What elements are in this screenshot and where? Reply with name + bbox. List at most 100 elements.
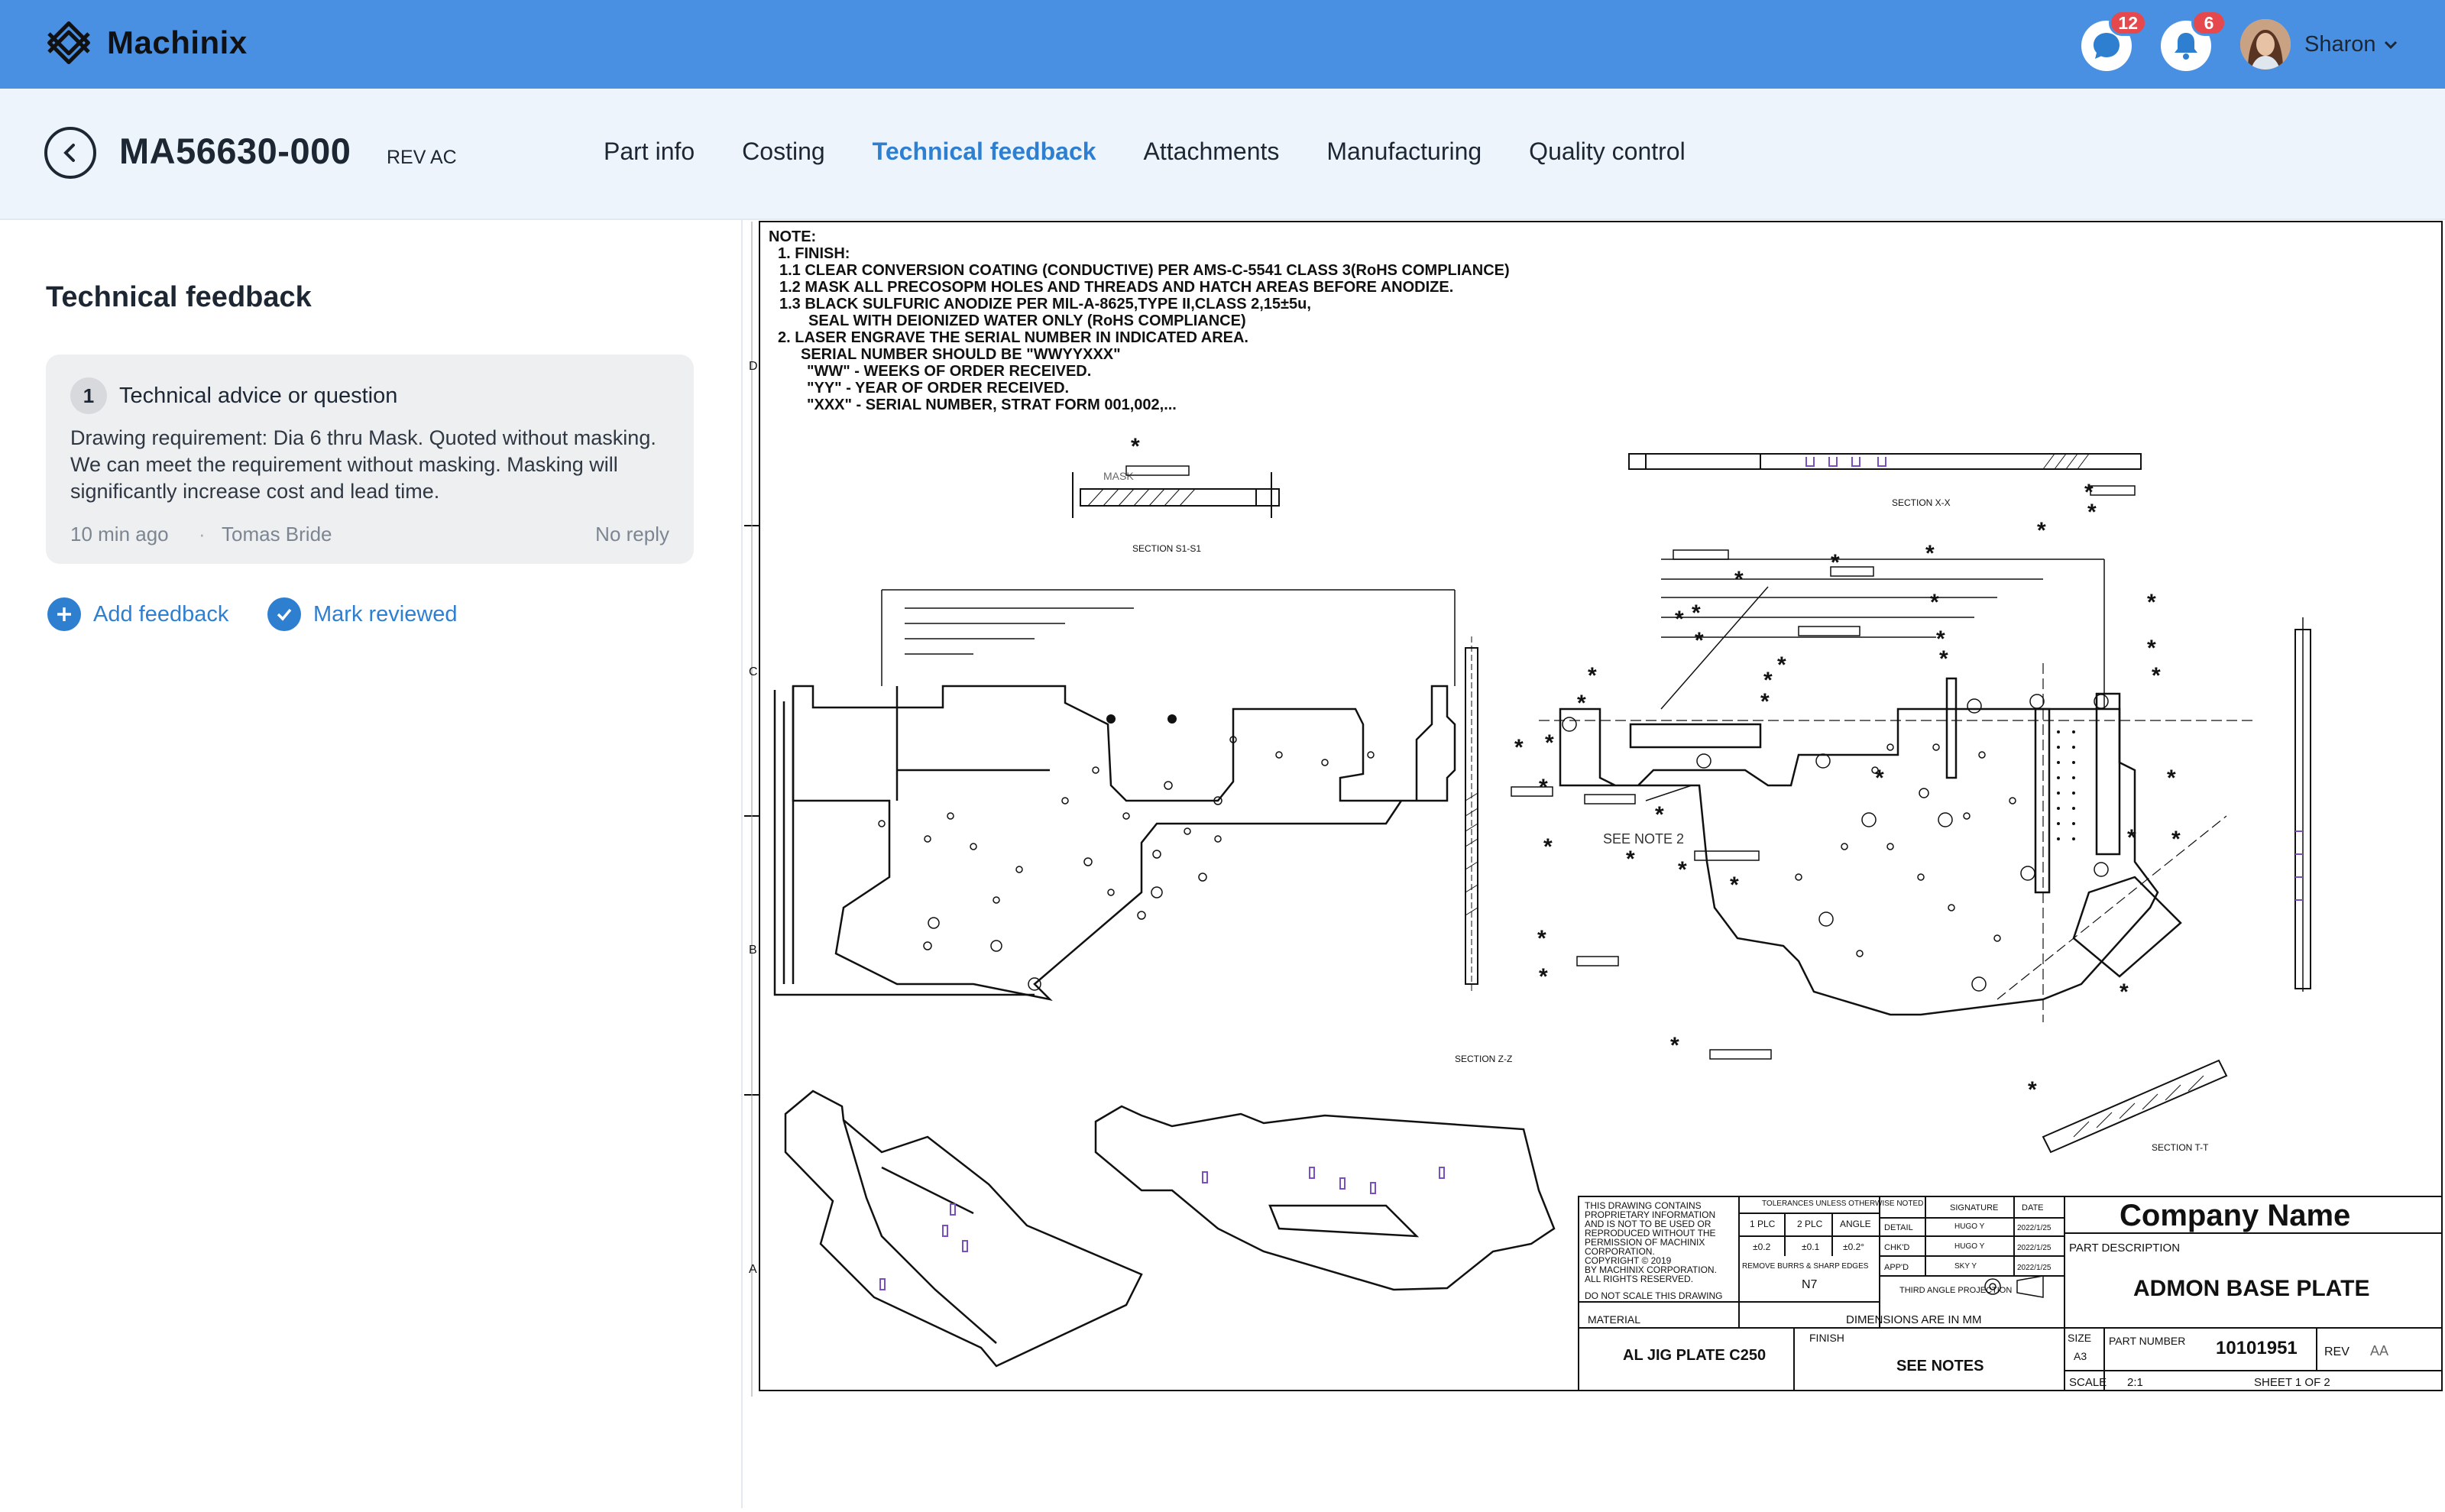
svg-text:1 PLC: 1 PLC bbox=[1750, 1219, 1776, 1229]
plate-holes bbox=[878, 736, 1375, 991]
chevron-down-icon[interactable] bbox=[2382, 37, 2399, 53]
svg-text:AA: AA bbox=[2370, 1343, 2388, 1358]
technical-drawing-viewer[interactable]: D C B A NOTE: 1. FINISH: 1.1 CLEAR CONVE… bbox=[744, 220, 2445, 1508]
section-z-view bbox=[1465, 636, 1478, 992]
user-name[interactable]: Sharon bbox=[2304, 32, 2376, 57]
svg-text:DATE: DATE bbox=[2022, 1203, 2044, 1213]
svg-text:ANGLE: ANGLE bbox=[1840, 1219, 1871, 1229]
surface-finish: N7 bbox=[1802, 1278, 1818, 1291]
add-feedback-button[interactable]: Add feedback bbox=[47, 597, 228, 631]
svg-text:"XXX" - SERIAL NUMBER, STRAT F: "XXX" - SERIAL NUMBER, STRAT FORM 001,00… bbox=[807, 397, 1177, 413]
machinix-logo-icon bbox=[47, 21, 90, 64]
user-photo bbox=[2240, 19, 2291, 70]
svg-text:*: * bbox=[1695, 628, 1704, 653]
svg-text:*: * bbox=[1734, 567, 1744, 592]
tab-costing[interactable]: Costing bbox=[742, 138, 825, 166]
svg-text:*: * bbox=[1675, 607, 1684, 632]
isometric-view-right bbox=[1094, 1105, 1556, 1291]
revision-label: REV AC bbox=[387, 147, 457, 168]
svg-text:2022/1/25: 2022/1/25 bbox=[2017, 1224, 2052, 1232]
svg-text:FINISH: FINISH bbox=[1809, 1332, 1844, 1344]
tolerances-label: TOLERANCES UNLESS OTHERWISE NOTED bbox=[1762, 1200, 1923, 1208]
svg-text:*: * bbox=[1577, 691, 1586, 716]
chevron-left-icon bbox=[63, 144, 75, 162]
svg-text:*: * bbox=[1655, 802, 1664, 827]
company-name: Company Name bbox=[2120, 1199, 2350, 1232]
svg-text:*: * bbox=[2127, 825, 2136, 850]
svg-text:SHEET 1 OF 2: SHEET 1 OF 2 bbox=[2254, 1376, 2330, 1389]
svg-text:1.2 MASK ALL PRECOSOPM HOLES A: 1.2 MASK ALL PRECOSOPM HOLES AND THREADS… bbox=[779, 279, 1453, 296]
app-logo[interactable]: Machinix bbox=[44, 18, 248, 67]
tab-part-info[interactable]: Part info bbox=[604, 138, 695, 166]
svg-text:*: * bbox=[1831, 550, 1840, 575]
drawing-notes: NOTE: 1. FINISH: 1.1 CLEAR CONVERSION CO… bbox=[769, 228, 1510, 413]
tab-quality-control[interactable]: Quality control bbox=[1529, 138, 1686, 166]
part-header: MA56630-000 REV AC Part info Costing Tec… bbox=[0, 89, 2445, 220]
svg-text:*: * bbox=[2147, 590, 2156, 615]
back-button[interactable] bbox=[44, 127, 96, 179]
svg-text:SERIAL NUMBER SHOULD BE "WWYYX: SERIAL NUMBER SHOULD BE "WWYYXXX" bbox=[801, 346, 1121, 363]
separator-dot: · bbox=[199, 523, 206, 546]
svg-text:ALL RIGHTS RESERVED.: ALL RIGHTS RESERVED. bbox=[1585, 1274, 1693, 1284]
material-value: AL JIG PLATE C250 bbox=[1623, 1347, 1766, 1364]
messages-count-badge: 12 bbox=[2109, 10, 2147, 36]
tab-attachments[interactable]: Attachments bbox=[1144, 138, 1280, 166]
grid-holes bbox=[2057, 730, 2075, 840]
svg-text:*: * bbox=[2087, 500, 2097, 525]
part-number-title: MA56630-000 bbox=[119, 131, 351, 171]
svg-text:*: * bbox=[1678, 857, 1687, 882]
mark-reviewed-label: Mark reviewed bbox=[313, 601, 458, 626]
svg-text:*: * bbox=[2147, 636, 2156, 661]
tab-manufacturing[interactable]: Manufacturing bbox=[1326, 138, 1482, 166]
section-t-label: SECTION T-T bbox=[2152, 1142, 2209, 1153]
zone-letter-b: B bbox=[749, 944, 757, 957]
user-avatar[interactable] bbox=[2240, 19, 2291, 70]
svg-text:*: * bbox=[2028, 1077, 2037, 1102]
tab-technical-feedback[interactable]: Technical feedback bbox=[873, 138, 1096, 166]
svg-text:1.1 CLEAR CONVERSION COATING (: 1.1 CLEAR CONVERSION COATING (CONDUCTIVE… bbox=[779, 262, 1510, 279]
notifications-count-badge: 6 bbox=[2191, 10, 2226, 36]
svg-text:SKY Y: SKY Y bbox=[1954, 1262, 1977, 1271]
svg-text:*: * bbox=[1692, 601, 1701, 626]
tolerance-frames bbox=[1125, 465, 2136, 1060]
drawing-part-number: 10101951 bbox=[2216, 1338, 2298, 1358]
tab-bar: Part info Costing Technical feedback Att… bbox=[604, 138, 1733, 166]
svg-text:*: * bbox=[1925, 541, 1935, 566]
svg-text:HUGO Y: HUGO Y bbox=[1954, 1242, 1985, 1251]
svg-text:A3: A3 bbox=[2074, 1350, 2087, 1362]
svg-text:"YY" - YEAR OF ORDER RECEIVED.: "YY" - YEAR OF ORDER RECEIVED. bbox=[807, 380, 1069, 397]
add-feedback-label: Add feedback bbox=[93, 601, 229, 626]
svg-text:2022/1/25: 2022/1/25 bbox=[2017, 1264, 2052, 1272]
section-t-view bbox=[2042, 1059, 2228, 1154]
notifications-button[interactable]: 6 bbox=[2161, 10, 2226, 71]
finish-value: SEE NOTES bbox=[1896, 1358, 1984, 1374]
svg-text:*: * bbox=[1626, 847, 1635, 872]
feedback-card[interactable]: 1 Technical advice or question Drawing r… bbox=[46, 355, 694, 564]
do-not-scale-note: DO NOT SCALE THIS DRAWING bbox=[1585, 1290, 1722, 1301]
checkmark-icon bbox=[267, 597, 301, 631]
svg-text:CHK'D: CHK'D bbox=[1884, 1243, 1909, 1252]
feedback-reply-status: No reply bbox=[595, 523, 669, 546]
messages-button[interactable]: 12 bbox=[2081, 10, 2147, 71]
svg-text:SCALE: SCALE bbox=[2069, 1376, 2107, 1389]
svg-text:±0.1: ±0.1 bbox=[1802, 1242, 1820, 1252]
isometric-view-left bbox=[784, 1089, 1143, 1368]
feedback-type: Technical advice or question bbox=[119, 384, 398, 408]
plus-icon bbox=[47, 597, 81, 631]
section-x-label: SECTION X-X bbox=[1892, 497, 1951, 508]
svg-text:*: * bbox=[2120, 979, 2129, 1005]
svg-text:*: * bbox=[1131, 434, 1140, 459]
svg-text:APP'D: APP'D bbox=[1884, 1263, 1909, 1272]
svg-text:*: * bbox=[1539, 964, 1548, 989]
svg-text:*: * bbox=[1760, 689, 1770, 714]
zone-letter-a: A bbox=[749, 1263, 757, 1276]
svg-text:"WW" - WEEKS OF ORDER RECEIVED: "WW" - WEEKS OF ORDER RECEIVED. bbox=[807, 363, 1091, 380]
svg-text:2:1: 2:1 bbox=[2127, 1376, 2143, 1389]
plate-top-view bbox=[773, 685, 1456, 1002]
svg-text:DETAIL: DETAIL bbox=[1884, 1223, 1913, 1232]
app-name: Machinix bbox=[107, 24, 248, 60]
svg-text:2 PLC: 2 PLC bbox=[1797, 1219, 1823, 1229]
mark-reviewed-button[interactable]: Mark reviewed bbox=[267, 597, 458, 631]
svg-text:*: * bbox=[1543, 834, 1553, 860]
svg-text:*: * bbox=[1537, 926, 1546, 951]
